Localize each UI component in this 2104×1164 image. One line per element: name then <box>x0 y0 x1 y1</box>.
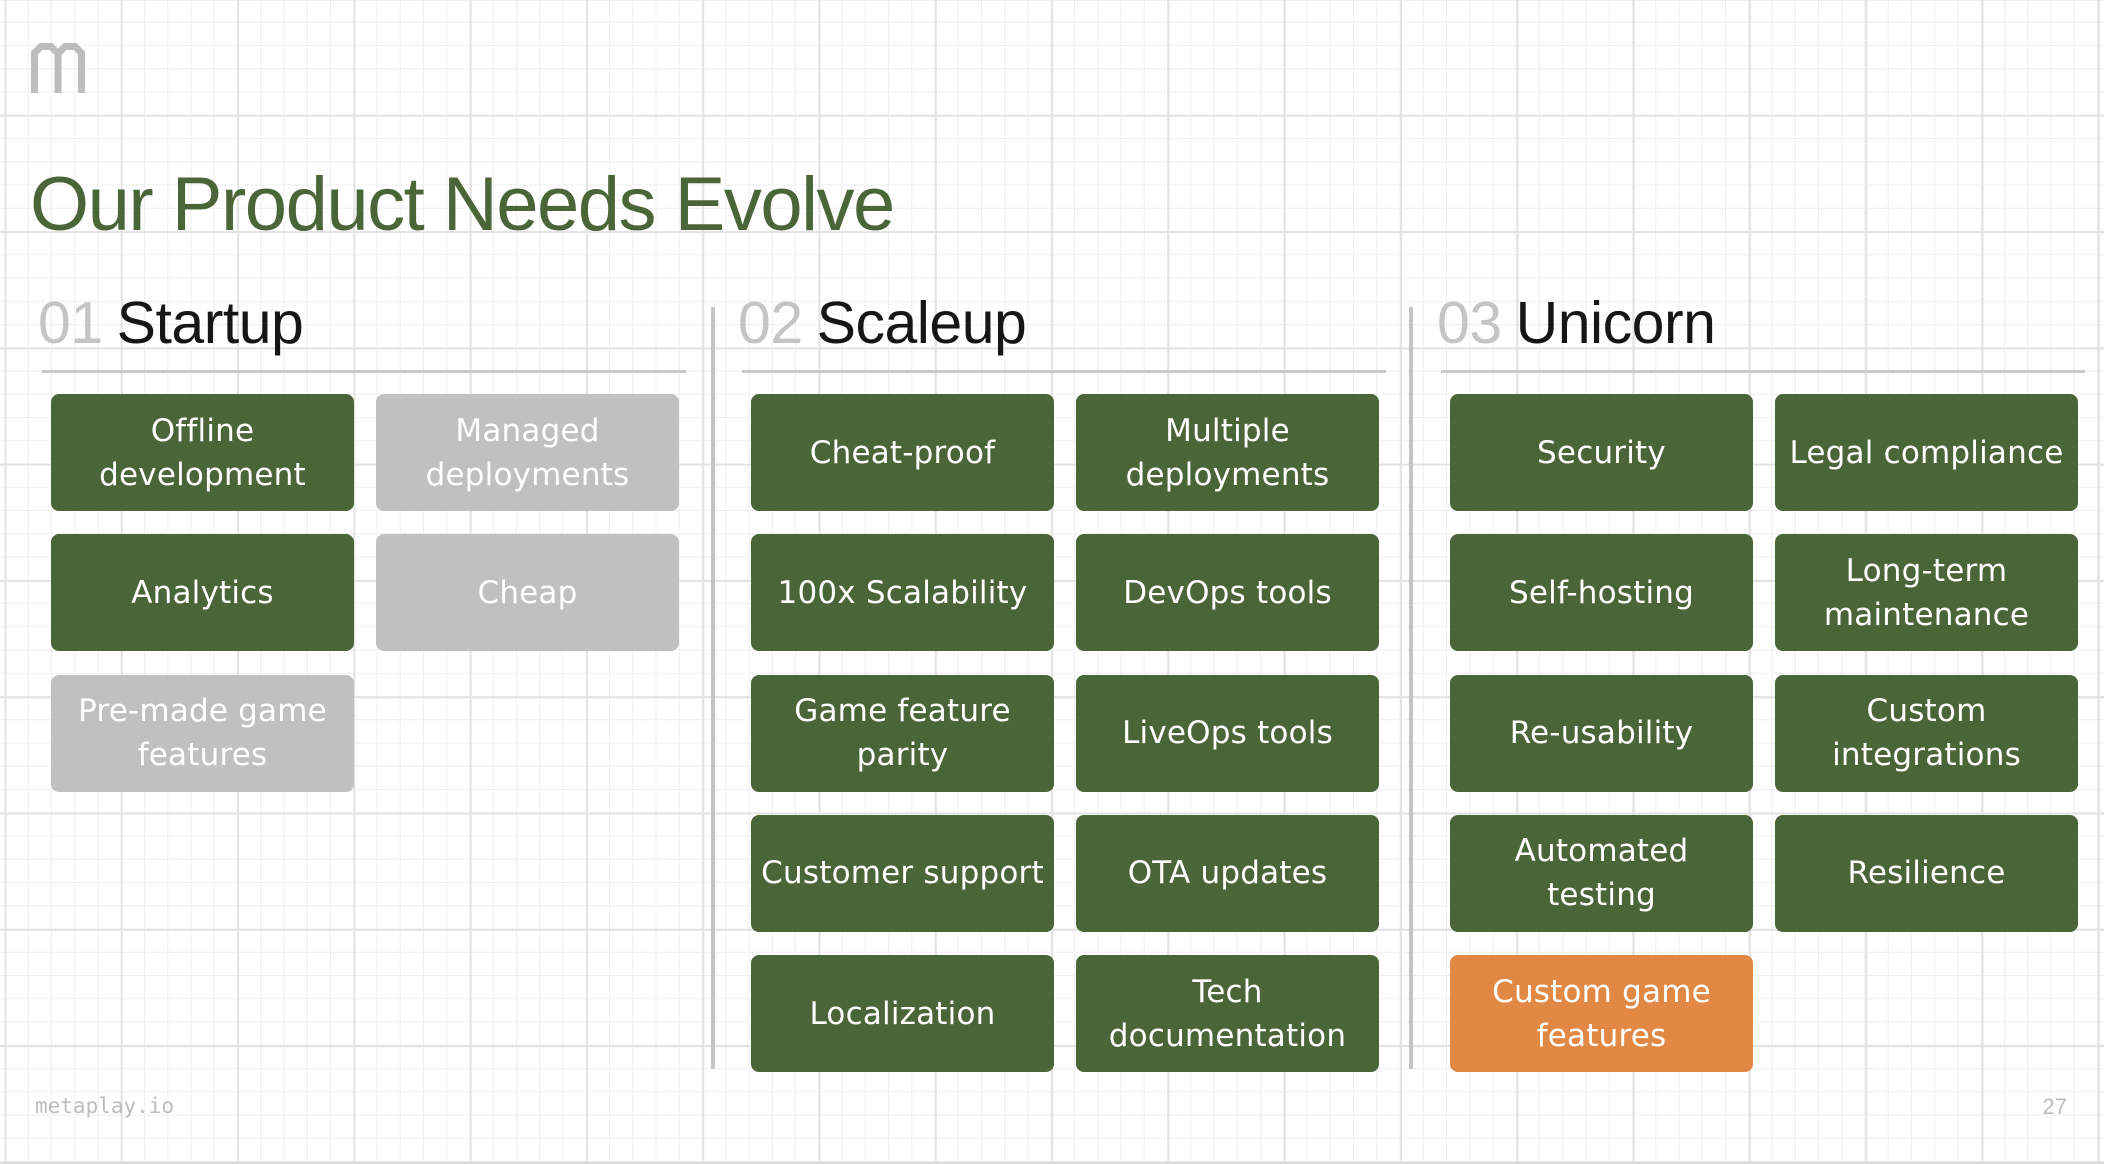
section-name: Unicorn <box>1515 290 1716 356</box>
feature-card-label: Managed deployments <box>425 412 630 493</box>
feature-card: Automated testing <box>1450 814 1753 932</box>
feature-card-label: Tech documentation <box>1108 973 1347 1054</box>
feature-card: Tech documentation <box>1076 955 1379 1073</box>
section-heading: 02 Scaleup <box>738 288 1027 358</box>
feature-card-label: Custom integrations <box>1832 693 2021 774</box>
feature-card: Long-term maintenance <box>1775 534 2078 652</box>
feature-card: Game feature parity <box>751 674 1054 792</box>
section-name: Scaleup <box>816 290 1027 356</box>
feature-card-label: Multiple deployments <box>1125 412 1330 493</box>
feature-card-label: Resilience <box>1847 855 2006 892</box>
feature-card-label: Pre-made game features <box>78 693 327 774</box>
feature-card-label: OTA updates <box>1127 855 1328 892</box>
page-number: 27 <box>2042 1094 2067 1119</box>
feature-card: LiveOps tools <box>1076 674 1379 792</box>
feature-card-label: Offline development <box>99 412 306 493</box>
feature-card-label: LiveOps tools <box>1122 715 1333 752</box>
feature-card: Custom game features <box>1450 955 1753 1073</box>
section-underline <box>742 370 1386 373</box>
feature-card: DevOps tools <box>1076 534 1379 652</box>
feature-card-label: Custom game features <box>1492 973 1711 1054</box>
feature-card-label: Localization <box>809 995 996 1032</box>
feature-card-label: Automated testing <box>1514 833 1689 914</box>
feature-card-label: Self-hosting <box>1508 574 1695 611</box>
feature-card-label: Legal compliance <box>1789 434 2064 471</box>
feature-card-label: Cheap <box>477 574 578 611</box>
footer-site-url: metaplay.io <box>35 1094 175 1118</box>
section-number: 01 <box>38 290 103 356</box>
section-startup: 01 Startup Offline development Managed dep… <box>38 0 738 1164</box>
section-heading: 01 Startup <box>38 288 304 358</box>
feature-card: Analytics <box>51 534 354 652</box>
feature-card: Legal compliance <box>1775 394 2078 511</box>
feature-card: Re-usability <box>1450 674 1753 792</box>
feature-card: Offline development <box>51 394 354 511</box>
section-underline <box>42 370 686 373</box>
feature-card: Custom integrations <box>1775 674 2078 792</box>
feature-card-label: Cheat-proof <box>809 434 996 471</box>
feature-card: OTA updates <box>1076 814 1379 932</box>
section-scaleup: 02 Scaleup Cheat-proof Multiple deployment… <box>738 0 1438 1164</box>
feature-card: Customer support <box>751 814 1054 932</box>
feature-card-label: Security <box>1537 434 1666 471</box>
feature-card: Pre-made game features <box>51 674 354 792</box>
feature-card-label: Re-usability <box>1509 715 1694 752</box>
feature-card-label: DevOps tools <box>1123 574 1332 611</box>
feature-card: Cheap <box>376 534 679 652</box>
section-number: 02 <box>738 290 803 356</box>
section-divider <box>1409 307 1413 1069</box>
feature-card-label: Long-term maintenance <box>1823 552 2030 633</box>
feature-card: 100x Scalability <box>751 534 1054 652</box>
section-divider <box>711 307 715 1069</box>
section-heading: 03 Unicorn <box>1437 288 1716 358</box>
feature-card: Self-hosting <box>1450 534 1753 652</box>
feature-card: Multiple deployments <box>1076 394 1379 511</box>
section-underline <box>1441 370 2085 373</box>
feature-card: Localization <box>751 955 1054 1073</box>
feature-card-label: 100x Scalability <box>777 574 1028 611</box>
feature-card: Cheat-proof <box>751 394 1054 511</box>
section-name: Startup <box>116 290 304 356</box>
section-unicorn: 03 Unicorn Security Legal compliance Self-h… <box>1437 0 2104 1164</box>
feature-card: Managed deployments <box>376 394 679 511</box>
section-number: 03 <box>1437 290 1502 356</box>
feature-card: Resilience <box>1775 814 2078 932</box>
feature-card-label: Game feature parity <box>794 693 1011 774</box>
feature-card: Security <box>1450 394 1753 511</box>
feature-card-label: Analytics <box>131 574 274 611</box>
feature-card-label: Customer support <box>761 855 1044 892</box>
